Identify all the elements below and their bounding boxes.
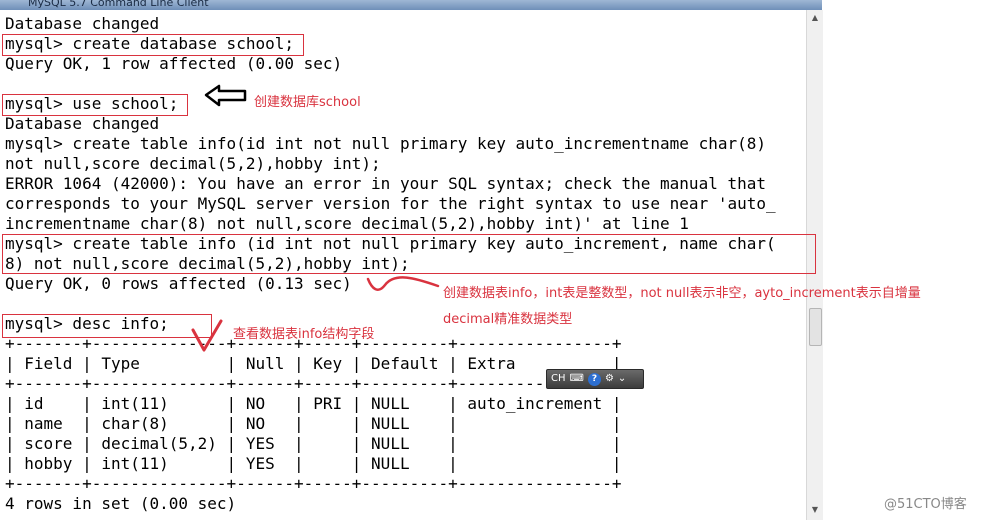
options-icon[interactable]: ⚙ (605, 372, 614, 386)
checkmark-icon (191, 319, 223, 352)
annotation-create-db: 创建数据库school (254, 95, 361, 110)
annotation-desc: 查看数据表info结构字段 (233, 327, 375, 342)
annotation-marks (191, 84, 440, 352)
annotation-pointer-icon (366, 276, 440, 291)
annotation-create-table-2: decimal精准数据类型 (443, 312, 573, 327)
ime-language-indicator[interactable]: CH (551, 372, 566, 386)
help-icon[interactable]: ? (587, 372, 601, 386)
left-arrow-icon (204, 84, 247, 107)
chevron-down-icon[interactable]: ⌄ (618, 372, 626, 386)
keyboard-icon[interactable]: ⌨ (570, 372, 584, 386)
watermark: @51CTO博客 (884, 497, 967, 512)
annotation-create-table-1: 创建数据表info，int表是整数型，not null表示非空，ayto_inc… (443, 286, 921, 301)
ime-toolbar[interactable]: CH ⌨ ? ⚙ ⌄ (546, 369, 644, 389)
